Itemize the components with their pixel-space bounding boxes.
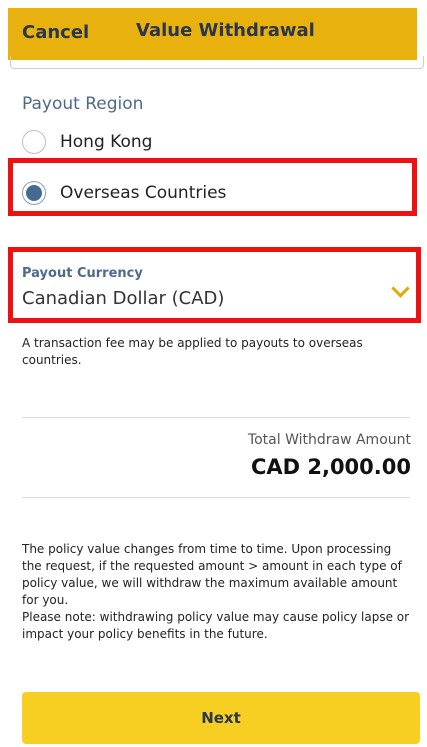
payout-currency-label: Payout Currency xyxy=(22,266,143,281)
previous-field-edge xyxy=(10,56,424,69)
cancel-button[interactable]: Cancel xyxy=(22,22,89,43)
radio-option-hong-kong[interactable]: Hong Kong xyxy=(22,130,152,154)
divider xyxy=(22,497,410,498)
radio-option-overseas[interactable]: Overseas Countries xyxy=(22,181,226,205)
radio-selected-icon[interactable] xyxy=(22,181,46,205)
total-withdraw-value: CAD 2,000.00 xyxy=(250,455,411,479)
payout-currency-value[interactable]: Canadian Dollar (CAD) xyxy=(22,288,224,309)
highlight-box-currency xyxy=(8,247,421,323)
radio-label-hong-kong: Hong Kong xyxy=(60,132,153,152)
next-button[interactable]: Next xyxy=(22,692,420,744)
page-title: Value Withdrawal xyxy=(136,20,315,41)
radio-unselected-icon[interactable] xyxy=(22,130,46,154)
policy-lapse-note: Please note: withdrawing policy value ma… xyxy=(22,610,410,641)
transaction-fee-note: A transaction fee may be applied to payo… xyxy=(22,336,363,367)
divider xyxy=(22,417,410,418)
payout-region-title: Payout Region xyxy=(22,94,144,114)
radio-label-overseas: Overseas Countries xyxy=(60,183,227,203)
total-withdraw-label: Total Withdraw Amount xyxy=(247,432,411,448)
policy-value-note: The policy value changes from time to ti… xyxy=(22,542,402,607)
header-bar: Cancel Value Withdrawal xyxy=(8,8,417,60)
